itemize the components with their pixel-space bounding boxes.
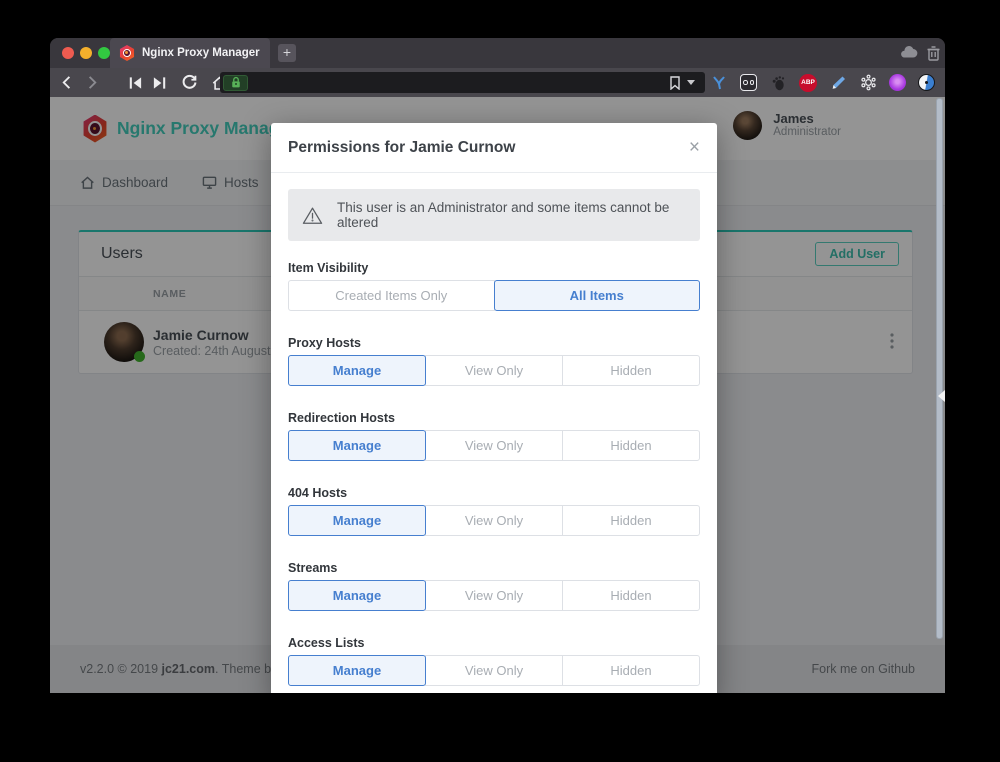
- skip-to-start-button[interactable]: [123, 71, 147, 95]
- trash-icon[interactable]: [926, 45, 941, 62]
- permissions-modal: Permissions for Jamie Curnow × This user…: [271, 123, 717, 693]
- item-visibility-label: Item Visibility: [288, 261, 700, 275]
- tab-title: Nginx Proxy Manager: [142, 47, 260, 59]
- scrollbar-thumb[interactable]: [936, 98, 943, 639]
- access-lists-manage-button[interactable]: Manage: [288, 655, 426, 686]
- modal-title: Permissions for Jamie Curnow: [288, 139, 515, 157]
- 404-hosts-manage-button[interactable]: Manage: [288, 505, 426, 536]
- redirection-hosts-manage-button[interactable]: Manage: [288, 430, 426, 461]
- redirection-hosts-hidden-button[interactable]: Hidden: [562, 430, 700, 461]
- 404-hosts-hidden-button[interactable]: Hidden: [562, 505, 700, 536]
- 404-hosts-section: 404 Hosts Manage View Only Hidden: [288, 486, 700, 536]
- browser-tab[interactable]: Nginx Proxy Manager: [110, 38, 270, 68]
- admin-alert: This user is an Administrator and some i…: [288, 189, 700, 241]
- https-lock-icon[interactable]: [223, 75, 248, 91]
- browser-toolbar: ABP: [50, 68, 945, 97]
- access-lists-section: Access Lists Manage View Only Hidden: [288, 636, 700, 686]
- streams-hidden-button[interactable]: Hidden: [562, 580, 700, 611]
- 404-hosts-view-only-button[interactable]: View Only: [425, 505, 563, 536]
- proxy-hosts-manage-button[interactable]: Manage: [288, 355, 426, 386]
- sync-cloud-icon[interactable]: [900, 45, 918, 59]
- ext-container-icon[interactable]: [740, 74, 757, 91]
- proxy-hosts-view-only-button[interactable]: View Only: [425, 355, 563, 386]
- streams-view-only-button[interactable]: View Only: [425, 580, 563, 611]
- warning-triangle-icon: [302, 206, 323, 225]
- tab-favicon-npm-icon: [119, 45, 135, 61]
- streams-manage-button[interactable]: Manage: [288, 580, 426, 611]
- extension-icons: ABP: [710, 70, 935, 95]
- ext-pen-icon[interactable]: [829, 74, 847, 92]
- ext-adblock-plus-icon[interactable]: ABP: [799, 74, 817, 92]
- browser-window: Nginx Proxy Manager +: [50, 38, 945, 693]
- ext-gear-atom-icon[interactable]: [859, 74, 877, 92]
- redirection-hosts-section: Redirection Hosts Manage View Only Hidde…: [288, 411, 700, 461]
- item-visibility-group: Created Items Only All Items: [288, 280, 700, 311]
- address-bar[interactable]: [220, 72, 705, 93]
- ext-gnome-foot-icon[interactable]: [769, 74, 787, 92]
- redirection-hosts-view-only-button[interactable]: View Only: [425, 430, 563, 461]
- refresh-button[interactable]: [177, 71, 201, 95]
- page-viewport: Nginx Proxy Manager James Administrator …: [50, 97, 945, 693]
- skip-to-end-button[interactable]: [147, 71, 171, 95]
- ext-blue-tool-icon[interactable]: [710, 74, 728, 92]
- back-button[interactable]: [55, 71, 79, 95]
- tab-bar: Nginx Proxy Manager +: [50, 38, 945, 68]
- modal-header: Permissions for Jamie Curnow ×: [271, 123, 717, 173]
- window-close-button[interactable]: [62, 47, 74, 59]
- window-zoom-button[interactable]: [98, 47, 110, 59]
- new-tab-button[interactable]: +: [278, 44, 296, 62]
- streams-section: Streams Manage View Only Hidden: [288, 561, 700, 611]
- bookmark-caret-icon[interactable]: [687, 80, 695, 85]
- visibility-all-items-button[interactable]: All Items: [494, 280, 701, 311]
- forward-button[interactable]: [79, 71, 103, 95]
- window-minimize-button[interactable]: [80, 47, 92, 59]
- edge-arrow-marker: [938, 390, 945, 402]
- proxy-hosts-hidden-button[interactable]: Hidden: [562, 355, 700, 386]
- modal-close-button[interactable]: ×: [689, 138, 700, 157]
- access-lists-view-only-button[interactable]: View Only: [425, 655, 563, 686]
- bookmark-icon[interactable]: [669, 76, 681, 90]
- admin-alert-text: This user is an Administrator and some i…: [337, 200, 686, 230]
- visibility-created-only-button[interactable]: Created Items Only: [288, 280, 495, 311]
- ext-gauge-icon[interactable]: [918, 74, 935, 91]
- modal-body: This user is an Administrator and some i…: [271, 173, 717, 693]
- ext-purple-badge-icon[interactable]: [889, 74, 906, 91]
- access-lists-hidden-button[interactable]: Hidden: [562, 655, 700, 686]
- proxy-hosts-section: Proxy Hosts Manage View Only Hidden: [288, 336, 700, 386]
